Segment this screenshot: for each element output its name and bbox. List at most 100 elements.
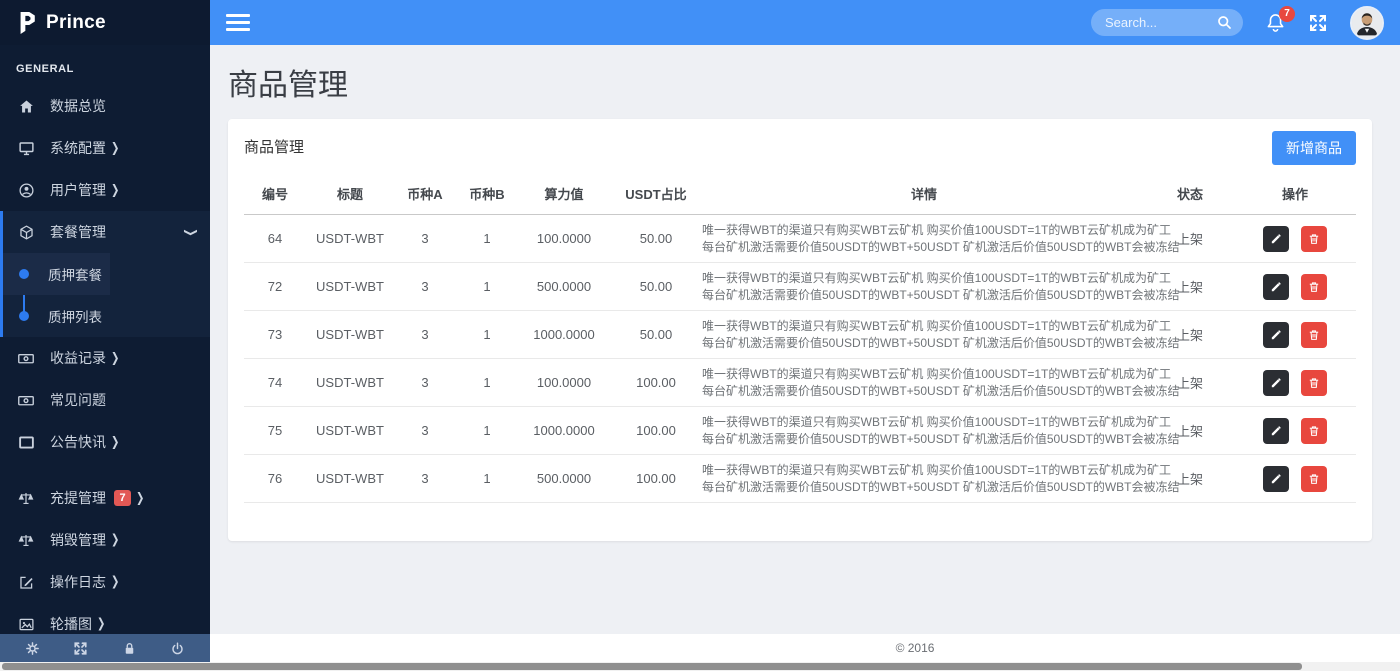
edit-button[interactable] <box>1263 225 1289 252</box>
column-header: 币种B <box>456 175 518 215</box>
gear-icon[interactable] <box>25 641 40 656</box>
sidebar-item[interactable]: 用户管理 ❯ <box>0 169 210 211</box>
search-input[interactable] <box>1105 15 1216 30</box>
cell-usdt-ratio: 50.00 <box>610 262 702 311</box>
chevron-right-icon: ❯ <box>136 490 145 506</box>
cell-id: 73 <box>244 310 306 359</box>
sidebar-item[interactable]: 系统配置 ❯ <box>0 127 210 169</box>
pencil-icon <box>1269 424 1283 438</box>
detail-line-1: 唯一获得WBT的渠道只有购买WBT云矿机 购买价值100USDT=1T的WBT云… <box>702 366 1172 381</box>
cell-status: 上架 <box>1146 406 1234 455</box>
cell-actions <box>1234 358 1356 407</box>
cell-id: 74 <box>244 358 306 407</box>
detail-line-2: 每台矿机激活需要价值50USDT的WBT+50USDT 矿机激活后价值50USD… <box>702 239 1180 254</box>
delete-button[interactable] <box>1301 321 1327 348</box>
sidebar-item[interactable]: 收益记录 ❯ <box>0 337 210 379</box>
horizontal-scrollbar[interactable] <box>0 662 1400 671</box>
sidebar-item[interactable]: 套餐管理 ❯ <box>3 211 210 253</box>
cell-title: USDT-WBT <box>306 358 394 407</box>
sidebar-item[interactable]: 操作日志 ❯ <box>0 561 210 603</box>
sidebar-item-label: 收益记录 <box>50 350 106 366</box>
logo-row[interactable]: Prince <box>0 0 210 45</box>
scale-icon <box>16 530 36 550</box>
image-icon <box>16 614 36 634</box>
cell-detail: 唯一获得WBT的渠道只有购买WBT云矿机 购买价值100USDT=1T的WBT云… <box>702 310 1180 359</box>
detail-line-2: 每台矿机激活需要价值50USDT的WBT+50USDT 矿机激活后价值50USD… <box>702 383 1180 398</box>
delete-button[interactable] <box>1301 369 1327 396</box>
brand-name: Prince <box>46 11 106 33</box>
sidebar-item[interactable]: 常见问题 <box>0 379 210 421</box>
cell-actions <box>1234 310 1356 359</box>
cell-coin-a: 3 <box>394 454 456 503</box>
cell-status: 上架 <box>1146 214 1234 263</box>
column-header: USDT占比 <box>610 175 702 215</box>
cell-id: 75 <box>244 406 306 455</box>
cell-usdt-ratio: 100.00 <box>610 454 702 503</box>
edit-button[interactable] <box>1263 417 1289 444</box>
table-row: 76 USDT-WBT 3 1 500.0000 100.00 唯一获得WBT的渠道只有购买… <box>244 454 1356 503</box>
fullscreen-icon[interactable] <box>1308 13 1328 33</box>
cell-power: 500.0000 <box>518 454 610 503</box>
card-title: 商品管理 <box>244 139 305 156</box>
lock-icon[interactable] <box>122 641 137 656</box>
table-row: 72 USDT-WBT 3 1 500.0000 50.00 唯一获得WBT的渠道只有购买W… <box>244 262 1356 311</box>
product-card: 商品管理 新增商品 编号 标题 币种A 币种B 算力值 USDT占比 详情 状态 操作 64 US… <box>228 119 1372 541</box>
sidebar-item[interactable]: 销毁管理 ❯ <box>0 519 210 561</box>
cell-title: USDT-WBT <box>306 454 394 503</box>
delete-button[interactable] <box>1301 273 1327 300</box>
delete-button[interactable] <box>1301 465 1327 492</box>
pencil-icon <box>1269 280 1283 294</box>
cell-power: 1000.0000 <box>518 406 610 455</box>
column-header: 操作 <box>1234 175 1356 215</box>
scrollbar-thumb[interactable] <box>2 663 1302 670</box>
pencil-icon <box>1269 472 1283 486</box>
chevron-right-icon: ❯ <box>97 616 106 632</box>
cell-usdt-ratio: 50.00 <box>610 214 702 263</box>
edit-button[interactable] <box>1263 465 1289 492</box>
edit-button[interactable] <box>1263 273 1289 300</box>
chevron-right-icon: ❯ <box>111 434 120 450</box>
expand-icon[interactable] <box>73 641 88 656</box>
prince-logo-icon <box>16 10 38 36</box>
cell-status: 上架 <box>1146 262 1234 311</box>
sidebar-item-label: 充提管理 <box>50 490 106 506</box>
detail-line-2: 每台矿机激活需要价值50USDT的WBT+50USDT 矿机激活后价值50USD… <box>702 479 1180 494</box>
delete-button[interactable] <box>1301 417 1327 444</box>
pencil-icon <box>1269 232 1283 246</box>
hamburger-menu-icon[interactable] <box>226 10 250 35</box>
cell-id: 76 <box>244 454 306 503</box>
column-header: 状态 <box>1146 175 1234 215</box>
sidebar-footer-bar <box>0 634 210 662</box>
sidebar-item[interactable]: 数据总览 <box>0 85 210 127</box>
cell-id: 64 <box>244 214 306 263</box>
cell-coin-b: 1 <box>456 262 518 311</box>
sidebar-item[interactable]: 充提管理 7 ❯ <box>0 477 210 519</box>
submenu-dot <box>19 269 29 279</box>
trash-icon <box>1307 376 1321 390</box>
cell-detail: 唯一获得WBT的渠道只有购买WBT云矿机 购买价值100USDT=1T的WBT云… <box>702 406 1180 455</box>
notifications-button[interactable]: 7 <box>1265 6 1295 33</box>
chevron-right-icon: ❯ <box>111 532 120 548</box>
delete-button[interactable] <box>1301 225 1327 252</box>
topbar: 7 <box>210 0 1400 45</box>
sidebar-item-label: 用户管理 <box>50 182 106 198</box>
edit-icon <box>16 572 36 592</box>
cell-coin-b: 1 <box>456 406 518 455</box>
cell-coin-a: 3 <box>394 214 456 263</box>
power-icon[interactable] <box>170 641 185 656</box>
sidebar-subitem[interactable]: 质押列表 <box>3 295 210 337</box>
column-header: 编号 <box>244 175 306 215</box>
pencil-icon <box>1269 376 1283 390</box>
search-icon[interactable] <box>1216 14 1233 31</box>
sidebar-item[interactable]: 公告快讯 ❯ <box>0 421 210 463</box>
edit-button[interactable] <box>1263 321 1289 348</box>
column-header: 详情 <box>702 175 1146 215</box>
search-box <box>1091 9 1243 36</box>
table-row: 75 USDT-WBT 3 1 1000.0000 100.00 唯一获得WBT的渠道只有购… <box>244 406 1356 455</box>
money-icon <box>16 348 36 368</box>
add-product-button[interactable]: 新增商品 <box>1272 131 1356 165</box>
chevron-right-icon: ❯ <box>111 182 120 198</box>
sidebar-badge: 7 <box>114 490 131 506</box>
edit-button[interactable] <box>1263 369 1289 396</box>
user-avatar[interactable] <box>1350 5 1384 40</box>
